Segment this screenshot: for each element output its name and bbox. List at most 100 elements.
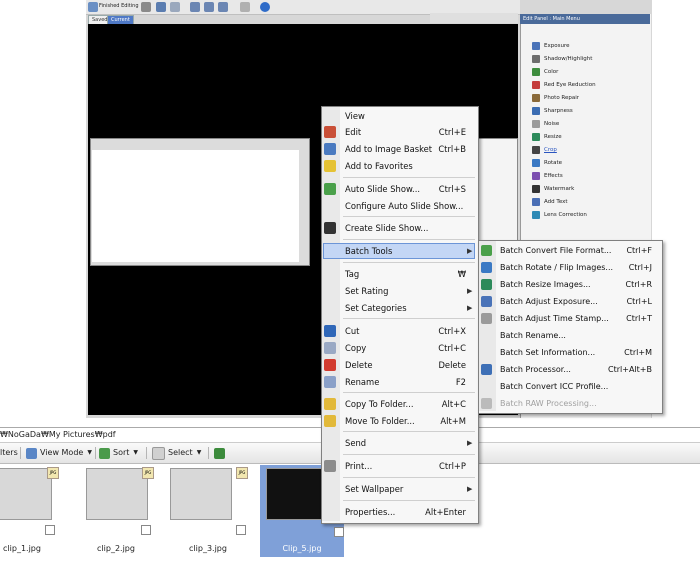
filters-label: lters: [0, 448, 18, 457]
resize-images-icon: [481, 279, 492, 290]
thumbnail-clip-1[interactable]: [0, 468, 52, 532]
menu-item-batch-tools[interactable]: Batch Tools: [345, 243, 392, 259]
favorites-star-icon: [324, 160, 336, 172]
menu-item-config-slide[interactable]: Configure Auto Slide Show...: [345, 198, 463, 214]
thumbnail-clip-5[interactable]: [266, 468, 328, 532]
menu-shortcut: Alt+Enter: [425, 507, 466, 517]
menu-item-add-favorites[interactable]: Add to Favorites: [345, 158, 413, 174]
edit-panel-effects[interactable]: Effects: [532, 170, 563, 182]
submenu-item-resize[interactable]: Batch Resize Images...: [500, 276, 591, 293]
crop-icon: [532, 146, 540, 154]
jpg-badge-icon: JPG: [47, 467, 59, 479]
menu-item-send[interactable]: Send: [345, 435, 366, 451]
thumbnail-image: [0, 468, 52, 520]
menu-item-auto-slide[interactable]: Auto Slide Show...: [345, 181, 420, 197]
submenu-item-timestamp[interactable]: Batch Adjust Time Stamp...: [500, 310, 609, 327]
delete-x-icon: [324, 359, 336, 371]
menu-item-edit[interactable]: Edit: [345, 124, 361, 140]
edit-panel-resize[interactable]: Resize: [532, 131, 562, 143]
edit-panel-label: Color: [544, 69, 559, 75]
menu-item-rename[interactable]: Rename: [345, 374, 379, 390]
finished-editing-button[interactable]: Finished Editing: [99, 3, 139, 9]
menu-item-cut[interactable]: Cut: [345, 323, 359, 339]
menu-item-delete[interactable]: Delete: [345, 357, 373, 373]
menu-item-set-rating[interactable]: Set Rating: [345, 283, 388, 299]
edit-panel-exposure[interactable]: Exposure: [532, 40, 569, 52]
edit-panel-repair[interactable]: Photo Repair: [532, 92, 579, 104]
checkbox-toggle[interactable]: [214, 443, 228, 463]
thumbnail-checkbox[interactable]: [236, 525, 246, 535]
edit-panel-label: Photo Repair: [544, 95, 580, 101]
menu-separator: [343, 477, 475, 478]
edit-panel-label: Lens Correction: [544, 212, 587, 218]
copy-folder-icon: [324, 398, 336, 410]
submenu-arrow-icon: ▶: [467, 485, 473, 493]
thumbnail-checkbox[interactable]: [334, 527, 344, 537]
noise-icon: [532, 120, 540, 128]
tool-icon[interactable]: [240, 2, 250, 12]
menu-item-view[interactable]: View: [345, 108, 365, 124]
thumbnail-image: [266, 468, 328, 520]
submenu-item-icc[interactable]: Batch Convert ICC Profile...: [500, 378, 608, 395]
zoom-slider[interactable]: [430, 13, 518, 23]
sort-button[interactable]: Sort ▼: [99, 443, 138, 463]
edit-panel-label: Exposure: [544, 43, 570, 49]
edit-panel-addtext[interactable]: Add Text: [532, 196, 568, 208]
zoom-icon[interactable]: [218, 2, 228, 12]
menu-item-copy[interactable]: Copy: [345, 340, 366, 356]
zoom-in-icon[interactable]: [190, 2, 200, 12]
resize-icon: [532, 133, 540, 141]
submenu-item-rename[interactable]: Batch Rename...: [500, 327, 566, 344]
edit-panel-crop[interactable]: Crop: [532, 144, 557, 156]
thumbnail-clip-3[interactable]: [170, 468, 232, 532]
edit-panel-label: Crop: [544, 147, 557, 153]
edit-panel-label: Shadow/Highlight: [544, 56, 593, 62]
view-mode-icon: [26, 447, 37, 459]
edit-panel-watermark[interactable]: Watermark: [532, 183, 574, 195]
submenu-item-processor[interactable]: Batch Processor...: [500, 361, 571, 378]
edit-panel-rotate[interactable]: Rotate: [532, 157, 562, 169]
edit-panel-shadow[interactable]: Shadow/Highlight: [532, 53, 592, 65]
menu-separator: [343, 318, 475, 319]
edit-panel-label: Sharpness: [544, 108, 573, 114]
edit-panel-label: Rotate: [544, 160, 563, 166]
edit-panel-redeye[interactable]: Red Eye Reduction: [532, 79, 596, 91]
submenu-item-exposure[interactable]: Batch Adjust Exposure...: [500, 293, 598, 310]
menu-item-set-wallpaper[interactable]: Set Wallpaper: [345, 481, 403, 497]
thumbnail-caption: clip_1.jpg: [3, 544, 41, 553]
menu-item-properties[interactable]: Properties...: [345, 504, 395, 520]
edit-panel-noise[interactable]: Noise: [532, 118, 559, 130]
thumbnail-clip-2[interactable]: [86, 468, 148, 532]
edit-panel-lens[interactable]: Lens Correction: [532, 209, 587, 221]
submenu-item-convert[interactable]: Batch Convert File Format...: [500, 242, 611, 259]
save-icon[interactable]: [141, 2, 151, 12]
toolbar-separator: [146, 447, 147, 459]
menu-item-set-categories[interactable]: Set Categories: [345, 300, 407, 316]
watermark-icon: [532, 185, 540, 193]
menu-item-print[interactable]: Print...: [345, 458, 372, 474]
submenu-item-set-info[interactable]: Batch Set Information...: [500, 344, 595, 361]
menu-item-move-folder[interactable]: Move To Folder...: [345, 413, 415, 429]
select-button[interactable]: Select ▼: [152, 443, 201, 463]
filters-button[interactable]: lters: [0, 443, 18, 463]
submenu-item-rotate[interactable]: Batch Rotate / Flip Images...: [500, 259, 613, 276]
back-icon[interactable]: [88, 2, 98, 12]
menu-item-tag[interactable]: Tag: [345, 266, 359, 282]
screenshot-preview-content: [92, 150, 299, 262]
zoom-out-icon[interactable]: [204, 2, 214, 12]
help-icon[interactable]: [260, 2, 270, 12]
thumbnail-checkbox[interactable]: [45, 525, 55, 535]
thumbnail-caption: Clip_5.jpg: [282, 544, 322, 553]
menu-item-create-slide[interactable]: Create Slide Show...: [345, 220, 428, 236]
menu-separator: [343, 239, 475, 240]
submenu-arrow-icon: ▶: [467, 287, 473, 295]
compare-icon[interactable]: [156, 2, 166, 12]
menu-separator: [343, 431, 475, 432]
fit-icon[interactable]: [170, 2, 180, 12]
edit-panel-sharpness[interactable]: Sharpness: [532, 105, 573, 117]
edit-panel-color[interactable]: Color: [532, 66, 558, 78]
thumbnail-checkbox[interactable]: [141, 525, 151, 535]
exposure-icon: [481, 296, 492, 307]
menu-item-copy-folder[interactable]: Copy To Folder...: [345, 396, 413, 412]
view-mode-button[interactable]: View Mode ▼: [26, 443, 92, 463]
